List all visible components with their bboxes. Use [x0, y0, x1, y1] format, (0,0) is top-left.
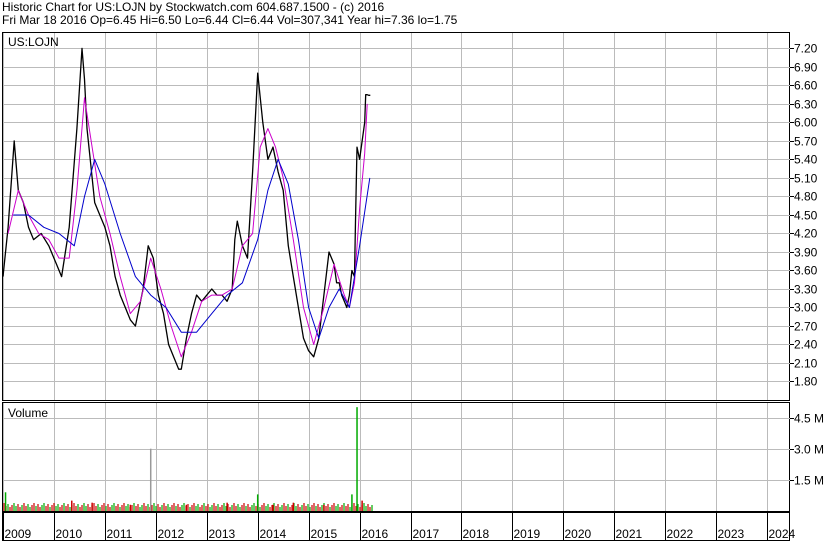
price-y-tick-label: 2.40 — [794, 338, 818, 352]
price-y-tick-label: 4.20 — [794, 227, 818, 241]
price-y-tick-label: 3.90 — [794, 246, 818, 260]
x-tick-label: 2018 — [463, 527, 490, 541]
x-tick-label: 2017 — [413, 527, 440, 541]
price-y-tick-label: 3.00 — [794, 301, 818, 315]
price-y-tick-label: 3.60 — [794, 264, 818, 278]
volume-panel-title: Volume — [8, 406, 48, 420]
price-y-tick-label: 4.50 — [794, 209, 818, 223]
x-tick-label: 2021 — [616, 527, 643, 541]
x-tick-label: 2019 — [514, 527, 541, 541]
x-tick-label: 2016 — [362, 527, 389, 541]
price-y-tick-label: 6.60 — [794, 79, 818, 93]
x-tick-label: 2010 — [56, 527, 83, 541]
x-tick-label: 2013 — [209, 527, 236, 541]
volume-y-tick-label: 1.5 M — [794, 474, 824, 488]
chart-canvas: 2009 2010 2011 2012 2013 2014 2015 2016 2017 2018… — [2, 32, 824, 541]
x-tick-label: 2014 — [260, 527, 287, 541]
x-tick-label: 2009 — [5, 527, 32, 541]
price-y-tick-label: 5.40 — [794, 153, 818, 167]
price-y-tick-label: 6.90 — [794, 61, 818, 75]
price-y-tick-label: 2.70 — [794, 320, 818, 334]
volume-y-tick-label: 3.0 M — [794, 443, 824, 457]
x-tick-label: 2023 — [718, 527, 745, 541]
price-y-tick-label: 4.80 — [794, 190, 818, 204]
price-y-tick-label: 1.80 — [794, 375, 818, 389]
x-tick-label: 2011 — [107, 527, 133, 541]
price-y-tick-label: 5.10 — [794, 172, 818, 186]
price-panel-title: US:LOJN — [8, 35, 59, 49]
price-y-tick-label: 3.30 — [794, 283, 818, 297]
price-y-tick-label: 6.00 — [794, 116, 818, 130]
x-tick-label: 2022 — [667, 527, 694, 541]
volume-y-tick-label: 4.5 M — [794, 412, 824, 426]
x-tick-label: 2015 — [311, 527, 338, 541]
price-y-tick-label: 6.30 — [794, 98, 818, 112]
price-y-tick-label: 2.10 — [794, 357, 818, 371]
x-tick-label: 2024 — [769, 527, 796, 541]
price-panel-frame — [2, 32, 790, 401]
x-tick-label: 2020 — [565, 527, 592, 541]
price-y-tick-label: 5.70 — [794, 135, 818, 149]
x-tick-label: 2012 — [158, 527, 185, 541]
price-y-tick-label: 7.20 — [794, 42, 818, 56]
